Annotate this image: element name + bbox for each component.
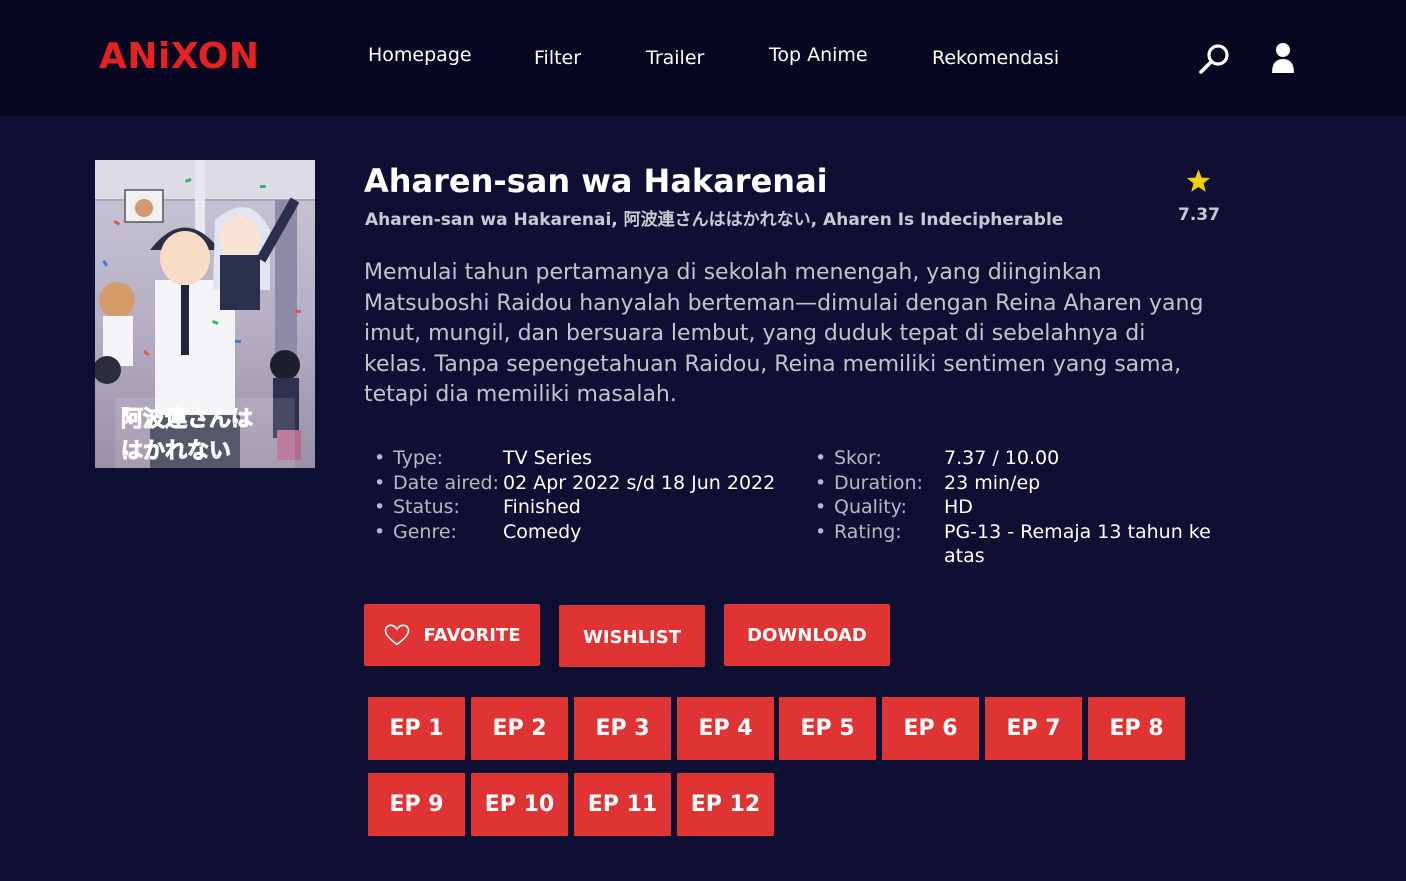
search-icon[interactable] bbox=[1198, 42, 1232, 80]
info-value: Finished bbox=[503, 496, 581, 518]
download-button[interactable]: DOWNLOAD bbox=[724, 604, 890, 666]
bullet-icon: • bbox=[815, 447, 827, 469]
nav-top-anime[interactable]: Top Anime bbox=[769, 44, 868, 66]
episode-button-6[interactable]: EP 6 bbox=[882, 697, 979, 760]
info-label: Date aired: bbox=[393, 471, 499, 494]
episode-button-1[interactable]: EP 1 bbox=[368, 697, 465, 760]
info-value: TV Series bbox=[503, 447, 593, 469]
nav-trailer[interactable]: Trailer bbox=[646, 47, 704, 69]
info-label: Duration: bbox=[834, 471, 923, 494]
info-label: Skor: bbox=[834, 447, 882, 469]
wishlist-label: WISHLIST bbox=[583, 627, 681, 648]
heart-icon bbox=[384, 624, 410, 646]
episode-button-7[interactable]: EP 7 bbox=[985, 697, 1082, 760]
synopsis: Memulai tahun pertamanya di sekolah mene… bbox=[364, 260, 1204, 407]
bullet-icon: • bbox=[374, 471, 386, 494]
user-icon[interactable] bbox=[1270, 42, 1296, 78]
info-row-type: • Type: TV Series bbox=[374, 446, 794, 471]
episode-button-4[interactable]: EP 4 bbox=[677, 697, 774, 760]
brand-logo[interactable]: ANiXON bbox=[99, 36, 260, 77]
info-label: Status: bbox=[393, 496, 460, 518]
wishlist-button[interactable]: WISHLIST bbox=[559, 605, 705, 667]
info-label: Type: bbox=[393, 447, 444, 469]
info-row-status: • Status: Finished bbox=[374, 495, 794, 520]
nav-rekomendasi[interactable]: Rekomendasi bbox=[932, 47, 1059, 69]
episode-button-3[interactable]: EP 3 bbox=[574, 697, 671, 760]
info-value: HD bbox=[944, 496, 973, 518]
episode-button-11[interactable]: EP 11 bbox=[574, 773, 671, 836]
info-row-date-aired: • Date aired: 02 Apr 2022 s/d 18 Jun 202… bbox=[374, 471, 794, 496]
episode-button-8[interactable]: EP 8 bbox=[1088, 697, 1185, 760]
favorite-button[interactable]: FAVORITE bbox=[364, 604, 540, 666]
bullet-icon: • bbox=[815, 496, 827, 518]
episode-button-5[interactable]: EP 5 bbox=[779, 697, 876, 760]
anime-title: Aharen-san wa Hakarenai bbox=[364, 162, 828, 200]
episode-button-2[interactable]: EP 2 bbox=[471, 697, 568, 760]
download-label: DOWNLOAD bbox=[747, 624, 867, 646]
anime-poster: 阿波連さんは はかれない bbox=[95, 160, 315, 468]
info-value: 23 min/ep bbox=[944, 471, 1041, 494]
bullet-icon: • bbox=[374, 520, 386, 543]
info-value: 7.37 / 10.00 bbox=[944, 447, 1060, 469]
episode-button-10[interactable]: EP 10 bbox=[471, 773, 568, 836]
episode-button-9[interactable]: EP 9 bbox=[368, 773, 465, 836]
bullet-icon: • bbox=[374, 447, 386, 469]
info-label: Rating: bbox=[834, 520, 902, 543]
info-value: PG-13 - Remaja 13 tahun ke atas bbox=[944, 520, 1211, 568]
info-list-right: • Skor: 7.37 / 10.00 • Duration: 23 min/… bbox=[815, 446, 1215, 568]
bullet-icon: • bbox=[815, 520, 827, 543]
nav-homepage[interactable]: Homepage bbox=[368, 44, 472, 66]
score-value: 7.37 bbox=[1178, 205, 1220, 225]
svg-text:はかれない: はかれない bbox=[121, 439, 231, 464]
info-label: Quality: bbox=[834, 496, 907, 518]
info-row-rating: • Rating: PG-13 - Remaja 13 tahun ke ata… bbox=[815, 520, 1215, 568]
star-icon bbox=[1186, 169, 1211, 197]
top-navbar: ANiXON Homepage Filter Trailer Top Anime… bbox=[0, 0, 1406, 116]
bullet-icon: • bbox=[815, 471, 827, 494]
info-list-left: • Type: TV Series • Date aired: 02 Apr 2… bbox=[374, 446, 794, 544]
info-row-genre: • Genre: Comedy bbox=[374, 520, 794, 545]
info-row-skor: • Skor: 7.37 / 10.00 bbox=[815, 446, 1215, 471]
episode-button-12[interactable]: EP 12 bbox=[677, 773, 774, 836]
info-value: 02 Apr 2022 s/d 18 Jun 2022 bbox=[503, 471, 776, 494]
bullet-icon: • bbox=[374, 496, 386, 518]
favorite-label: FAVORITE bbox=[423, 624, 521, 646]
svg-text:阿波連さんは: 阿波連さんは bbox=[121, 407, 253, 432]
info-label: Genre: bbox=[393, 520, 457, 543]
anime-alt-titles: Aharen-san wa Hakarenai, 阿波連さんははかれない, Ah… bbox=[365, 210, 1064, 230]
info-row-duration: • Duration: 23 min/ep bbox=[815, 471, 1215, 496]
nav-filter[interactable]: Filter bbox=[534, 47, 581, 69]
info-value: Comedy bbox=[503, 520, 582, 543]
info-row-quality: • Quality: HD bbox=[815, 495, 1215, 520]
